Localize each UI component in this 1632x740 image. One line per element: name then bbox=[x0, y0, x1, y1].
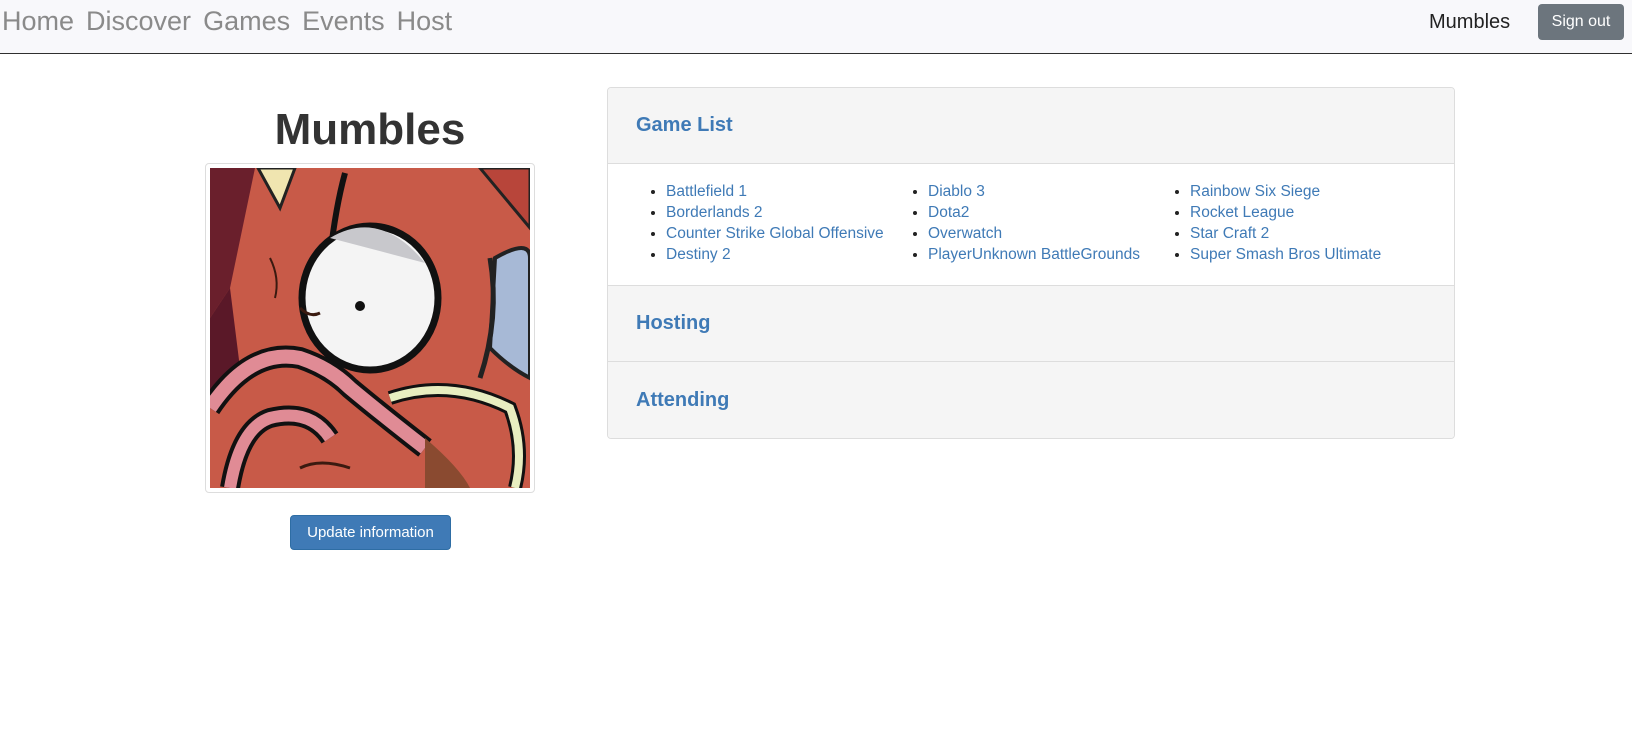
nav-events-link[interactable]: Events bbox=[302, 5, 385, 37]
game-link-rainbow-six-siege[interactable]: Rainbow Six Siege bbox=[1190, 183, 1320, 200]
game-link-counter-strike[interactable]: Counter Strike Global Offensive bbox=[666, 225, 884, 242]
game-link-destiny-2[interactable]: Destiny 2 bbox=[666, 246, 731, 263]
game-list-column-1: Battlefield 1 Borderlands 2 Counter Stri… bbox=[608, 181, 884, 265]
nav-home-link[interactable]: Home bbox=[2, 5, 74, 37]
list-item: Counter Strike Global Offensive bbox=[666, 223, 884, 244]
profile-accordion: Game List Battlefield 1 Borderlands 2 Co… bbox=[607, 87, 1455, 439]
game-list-panel-heading[interactable]: Game List bbox=[608, 88, 1454, 164]
game-link-diablo-3[interactable]: Diablo 3 bbox=[928, 183, 985, 200]
list-item: Rainbow Six Siege bbox=[1190, 181, 1381, 202]
game-link-overwatch[interactable]: Overwatch bbox=[928, 225, 1002, 242]
avatar-image bbox=[210, 168, 530, 488]
list-item: Super Smash Bros Ultimate bbox=[1190, 244, 1381, 265]
list-item: Battlefield 1 bbox=[666, 181, 884, 202]
game-link-dota2[interactable]: Dota2 bbox=[928, 204, 969, 221]
sign-out-button[interactable]: Sign out bbox=[1538, 4, 1624, 40]
profile-name-heading: Mumbles bbox=[274, 105, 466, 154]
game-link-rocket-league[interactable]: Rocket League bbox=[1190, 204, 1294, 221]
list-item: Destiny 2 bbox=[666, 244, 884, 265]
attending-panel-heading[interactable]: Attending bbox=[608, 362, 1454, 438]
list-item: Rocket League bbox=[1190, 202, 1381, 223]
game-list-column-3: Rainbow Six Siege Rocket League Star Cra… bbox=[1132, 181, 1381, 265]
attending-title[interactable]: Attending bbox=[636, 389, 729, 412]
list-item: PlayerUnknown BattleGrounds bbox=[928, 244, 1140, 265]
game-list-panel-body: Battlefield 1 Borderlands 2 Counter Stri… bbox=[608, 164, 1454, 286]
nav-host-link[interactable]: Host bbox=[397, 5, 453, 37]
top-navbar: Home Discover Games Events Host Mumbles … bbox=[0, 0, 1632, 54]
list-item: Dota2 bbox=[928, 202, 1140, 223]
nav-discover-link[interactable]: Discover bbox=[86, 5, 191, 37]
list-item: Diablo 3 bbox=[928, 181, 1140, 202]
game-link-pubg[interactable]: PlayerUnknown BattleGrounds bbox=[928, 246, 1140, 263]
update-information-button[interactable]: Update information bbox=[290, 515, 451, 550]
game-link-star-craft-2[interactable]: Star Craft 2 bbox=[1190, 225, 1269, 242]
avatar-frame bbox=[205, 163, 535, 493]
game-list-title[interactable]: Game List bbox=[636, 114, 733, 137]
game-link-borderlands-2[interactable]: Borderlands 2 bbox=[666, 204, 763, 221]
nav-links: Home Discover Games Events Host bbox=[2, 5, 464, 37]
hosting-panel-heading[interactable]: Hosting bbox=[608, 286, 1454, 362]
game-list-column-2: Diablo 3 Dota2 Overwatch PlayerUnknown B… bbox=[870, 181, 1140, 265]
nav-games-link[interactable]: Games bbox=[203, 5, 290, 37]
game-link-battlefield-1[interactable]: Battlefield 1 bbox=[666, 183, 747, 200]
nav-username[interactable]: Mumbles bbox=[1429, 10, 1510, 34]
hosting-title[interactable]: Hosting bbox=[636, 312, 710, 335]
game-link-super-smash-bros[interactable]: Super Smash Bros Ultimate bbox=[1190, 246, 1381, 263]
list-item: Star Craft 2 bbox=[1190, 223, 1381, 244]
list-item: Overwatch bbox=[928, 223, 1140, 244]
list-item: Borderlands 2 bbox=[666, 202, 884, 223]
